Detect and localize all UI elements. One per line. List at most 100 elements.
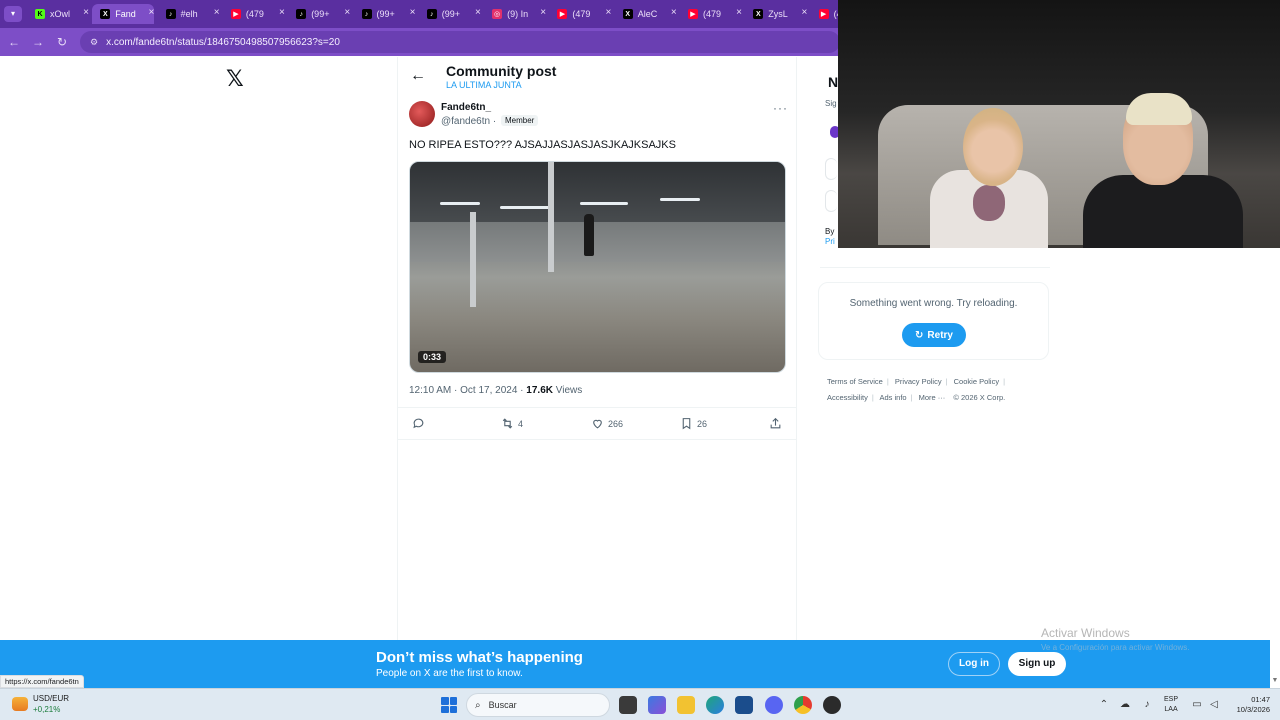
- taskbar-search-input[interactable]: ⌕ Buscar: [466, 693, 610, 717]
- warehouse-pillar: [470, 212, 476, 307]
- close-tab-icon[interactable]: ×: [344, 7, 350, 18]
- discord-icon[interactable]: [765, 696, 783, 714]
- reload-icon[interactable]: ↻: [54, 34, 70, 50]
- browser-tab[interactable]: ♪ (99+ ×: [288, 4, 350, 24]
- task-view-icon[interactable]: [619, 696, 637, 714]
- sidebar-text-fragment: Sig: [825, 99, 837, 108]
- site-info-icon[interactable]: ⚙: [90, 37, 98, 48]
- warehouse-pillar: [548, 162, 554, 272]
- login-button[interactable]: Log in: [948, 652, 1000, 676]
- close-tab-icon[interactable]: ×: [410, 7, 416, 18]
- chrome-icon[interactable]: [794, 696, 812, 714]
- footer-links: Terms of Service | Privacy Policy | Cookie…: [827, 377, 1006, 402]
- avatar[interactable]: [409, 101, 435, 127]
- sidebar-button-fragment[interactable]: [825, 190, 837, 212]
- sidebar-link-fragment[interactable]: Pri: [825, 237, 835, 246]
- repost-button[interactable]: 4: [501, 417, 523, 430]
- like-button[interactable]: 266: [591, 417, 623, 430]
- browser-tab[interactable]: ▶ (479 ×: [680, 4, 742, 24]
- close-tab-icon[interactable]: ×: [606, 7, 612, 18]
- browser-tab[interactable]: ◎ (9) In ×: [484, 4, 546, 24]
- browser-tab-label: xOwl: [50, 9, 70, 19]
- browser-tab[interactable]: ▶ (479 ×: [549, 4, 611, 24]
- footer-link[interactable]: Ads info: [879, 393, 906, 402]
- person-right-body: [1083, 175, 1243, 248]
- sidebar-text-fragment: By: [825, 227, 835, 236]
- browser-tab[interactable]: X ZysL ×: [745, 4, 807, 24]
- divider: [820, 267, 1050, 268]
- close-tab-icon[interactable]: ×: [83, 7, 89, 18]
- tray-overflow-icon[interactable]: ⌃: [1098, 699, 1110, 711]
- footer-link[interactable]: Terms of Service: [827, 377, 883, 386]
- microphone-icon[interactable]: ♪: [1141, 699, 1153, 711]
- ceiling-light: [440, 202, 480, 205]
- footer-link[interactable]: Accessibility: [827, 393, 868, 402]
- browser-tab[interactable]: ♪ (99+ ×: [354, 4, 416, 24]
- browser-tab-label: AleC: [637, 9, 658, 19]
- obs-icon[interactable]: [823, 696, 841, 714]
- footer-link[interactable]: More ···: [919, 393, 946, 402]
- network-icon[interactable]: ▭: [1191, 699, 1203, 711]
- close-tab-icon[interactable]: ×: [148, 7, 154, 18]
- timestamp-text[interactable]: 12:10 AM · Oct 17, 2024 ·: [409, 385, 526, 396]
- language-code: ESP: [1164, 696, 1179, 703]
- share-button[interactable]: [769, 417, 782, 430]
- browser-tab[interactable]: X AleC ×: [615, 4, 677, 24]
- forward-nav-icon[interactable]: →: [30, 34, 46, 50]
- tiktok-icon: ♪: [361, 9, 372, 19]
- post-text: NO RIPEA ESTO??? AJSAJJASJASJASJKAJKSAJK…: [409, 139, 676, 151]
- footer-link[interactable]: Privacy Policy: [895, 377, 942, 386]
- url-input[interactable]: ⚙ x.com/fande6tn/status/1846750498507956…: [80, 31, 840, 53]
- author-name[interactable]: Fande6tn_: [441, 102, 491, 113]
- reply-icon: [413, 418, 424, 429]
- reply-button[interactable]: [412, 417, 425, 430]
- volume-icon[interactable]: ◁: [1208, 699, 1220, 711]
- close-tab-icon[interactable]: ×: [671, 7, 677, 18]
- close-tab-icon[interactable]: ×: [214, 7, 220, 18]
- bookmark-button[interactable]: 26: [680, 417, 707, 430]
- browser-tab[interactable]: ♪ (99+ ×: [419, 4, 481, 24]
- close-tab-icon[interactable]: ×: [540, 7, 546, 18]
- windows-activation-watermark: Activar Windows: [1041, 626, 1130, 640]
- status-bar-url: https://x.com/fande6tn: [0, 675, 84, 688]
- language-indicator[interactable]: ESP LAA: [1164, 695, 1178, 715]
- x-logo-icon[interactable]: 𝕏: [226, 66, 244, 92]
- widgets-icon[interactable]: [12, 697, 28, 711]
- like-count: 266: [608, 418, 624, 429]
- back-arrow-icon[interactable]: ←: [410, 67, 426, 85]
- browser-tab-label: (479: [572, 9, 591, 19]
- file-explorer-icon[interactable]: [677, 696, 695, 714]
- shirt-print: [973, 185, 1005, 221]
- signup-button[interactable]: Sign up: [1008, 652, 1066, 676]
- close-tab-icon[interactable]: ×: [279, 7, 285, 18]
- sidebar-button-fragment[interactable]: [825, 158, 837, 180]
- kick-icon: K: [35, 9, 45, 19]
- author-handle[interactable]: @fande6tn ·: [441, 116, 496, 127]
- more-options-icon[interactable]: ···: [773, 101, 788, 115]
- close-tab-icon[interactable]: ×: [475, 7, 481, 18]
- edge-icon[interactable]: [706, 696, 724, 714]
- browser-tab[interactable]: ♪ #elh ×: [158, 4, 220, 24]
- community-name-link[interactable]: LA ULTIMA JUNTA: [446, 80, 522, 90]
- ceiling-light: [660, 198, 700, 201]
- stock-name[interactable]: USD/EUR: [33, 694, 69, 703]
- scrollbar-down-icon[interactable]: ▼: [1270, 677, 1280, 687]
- clock[interactable]: 01:47 10/3/2026: [1226, 695, 1270, 715]
- banner-title: Don’t miss what’s happening: [376, 649, 583, 666]
- onedrive-icon[interactable]: ☁: [1119, 699, 1131, 711]
- footer-link[interactable]: Cookie Policy: [954, 377, 999, 386]
- browser-tab[interactable]: X Fand ×: [92, 4, 155, 24]
- browser-tab[interactable]: ▶ (479 ×: [223, 4, 285, 24]
- close-tab-icon[interactable]: ×: [801, 7, 807, 18]
- tab-search-menu-button[interactable]: ▾: [4, 6, 22, 22]
- retry-button[interactable]: ↻ Retry: [902, 323, 966, 347]
- video-player[interactable]: 0:33: [409, 161, 786, 373]
- browser-tab[interactable]: KxOwl ×: [27, 4, 89, 24]
- youtube-icon: ▶: [688, 9, 698, 19]
- store-icon[interactable]: [735, 696, 753, 714]
- browser-tab-label: (479: [245, 9, 264, 19]
- close-tab-icon[interactable]: ×: [736, 7, 742, 18]
- back-nav-icon[interactable]: ←: [6, 34, 22, 50]
- copilot-icon[interactable]: [648, 696, 666, 714]
- windows-start-icon[interactable]: [441, 697, 457, 713]
